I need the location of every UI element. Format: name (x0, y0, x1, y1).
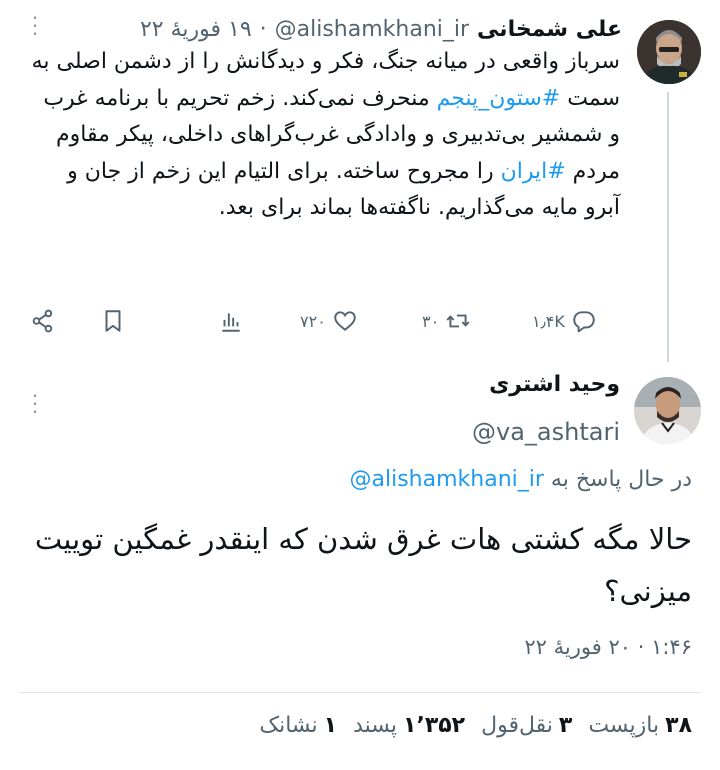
reply-author-handle[interactable]: @va_ashtari (472, 418, 620, 446)
quotes-label: نقل‌قول (481, 713, 553, 738)
hashtag-link[interactable]: #ستون_پنجم (437, 86, 561, 111)
separator-dot: · (637, 635, 645, 659)
tweet-date[interactable]: ۱۹ فوریهٔ ۲۲ (140, 17, 252, 42)
reply-timestamp[interactable]: ۱:۴۶ · ۲۰ فوریهٔ ۲۲ (524, 635, 692, 659)
likes-value: ۱٬۳۵۲ (403, 713, 466, 738)
tweet-actions: ۷۲۰ ۳۰ ۱٫۴K (30, 304, 622, 338)
replying-to-prefix: در حال پاسخ به (550, 467, 692, 492)
author-name[interactable]: علی شمخانی (477, 17, 622, 42)
divider (20, 692, 700, 693)
like-button[interactable]: ۷۲۰ (300, 304, 358, 338)
author-avatar[interactable] (637, 20, 701, 84)
replying-to: در حال پاسخ به @alishamkhani_ir (350, 467, 692, 492)
reply-text: حالا مگه کشتی هات غرق شدن که اینقدر غمگی… (34, 522, 692, 608)
retweets-label: بازپست (588, 713, 660, 738)
likes-stat[interactable]: ۱٬۳۵۲پسند (353, 713, 465, 738)
share-icon (32, 309, 53, 333)
replying-to-handle-link[interactable]: @alishamkhani_ir (350, 467, 544, 492)
tweet-thread: · · · علی شمخانی @alishamkhani_ir · ۱۹ فور… (0, 0, 720, 770)
quotes-value: ۳ (558, 713, 573, 738)
retweets-stat[interactable]: ۳۸بازپست (588, 713, 692, 738)
reply-author-avatar[interactable] (634, 377, 701, 444)
more-icon[interactable]: · · · (28, 8, 42, 44)
reply-icon (573, 311, 595, 333)
retweet-button[interactable]: ۳۰ (422, 304, 471, 338)
retweet-count: ۳۰ (422, 311, 440, 331)
bookmark-icon (105, 310, 121, 332)
retweets-value: ۳۸ (665, 713, 692, 738)
views-icon (222, 313, 240, 332)
separator-dot: · (259, 16, 267, 42)
hashtag-link[interactable]: #ایران (501, 159, 566, 184)
bookmarks-label: نشانک (259, 713, 318, 738)
tweet-text: سرباز واقعی در میانه جنگ، فکر و دیدگانش … (30, 44, 620, 227)
likes-label: پسند (353, 713, 398, 738)
like-icon (334, 311, 356, 331)
reply-author-name[interactable]: وحید اشتری (489, 372, 620, 397)
reply-button[interactable]: ۱٫۴K (532, 304, 597, 338)
reply-time: ۱:۴۶ (651, 635, 692, 659)
reply-count: ۱٫۴K (532, 311, 565, 331)
like-count: ۷۲۰ (300, 311, 326, 331)
views-button[interactable] (218, 304, 244, 338)
quotes-stat[interactable]: ۳نقل‌قول (481, 713, 572, 738)
share-button[interactable] (30, 304, 56, 338)
retweet-icon (446, 314, 470, 328)
bookmarks-value: ۱ (323, 713, 338, 738)
reply-date: ۲۰ فوریهٔ ۲۲ (524, 635, 632, 659)
author-handle[interactable]: @alishamkhani_ir (275, 17, 469, 42)
bookmarks-stat[interactable]: ۱نشانک (259, 713, 337, 738)
bookmark-button[interactable] (100, 304, 126, 338)
thread-connector-line (667, 92, 669, 362)
engagement-stats: ۳۸بازپست ۳نقل‌قول ۱٬۳۵۲پسند ۱نشانک (259, 713, 692, 738)
more-icon[interactable]: · · · (28, 386, 42, 422)
tweet-header: علی شمخانی @alishamkhani_ir · ۱۹ فوریهٔ … (140, 14, 622, 44)
